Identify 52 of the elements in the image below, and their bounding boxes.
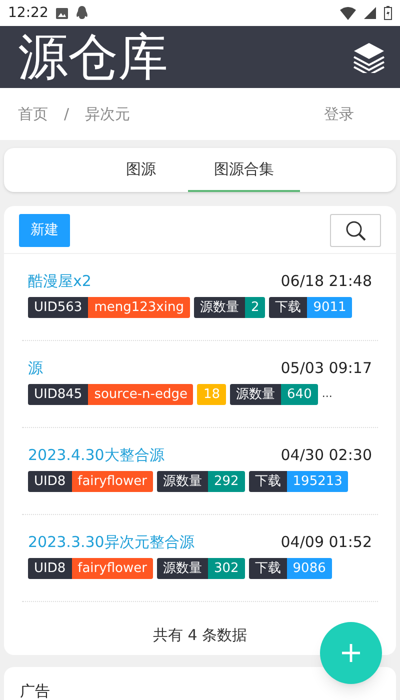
- app-title: 源仓库: [18, 32, 168, 82]
- login-link[interactable]: 登录: [324, 102, 354, 126]
- tag: 源数量: [156, 558, 208, 578]
- tag: 下载: [248, 470, 287, 492]
- more-indicator: ...: [322, 386, 332, 402]
- tag: 302: [208, 558, 245, 578]
- tag: meng123xing: [88, 296, 190, 318]
- item-time: 04/30 02:30: [280, 445, 372, 466]
- breadcrumb-separator: /: [64, 104, 70, 125]
- tab[interactable]: 图源合集: [188, 148, 300, 192]
- tag: 2: [244, 296, 266, 318]
- tag: 9011: [307, 296, 352, 318]
- item-title[interactable]: 源: [28, 357, 43, 380]
- tag: 640: [281, 384, 318, 404]
- tag: 18: [197, 384, 226, 404]
- tag: source-n-edge: [88, 384, 194, 404]
- item-title[interactable]: 2023.4.30大整合源: [28, 444, 164, 466]
- search-button[interactable]: [330, 214, 381, 247]
- tag: fairyflower: [72, 558, 153, 578]
- tag: 292: [208, 470, 245, 492]
- tag: 下载: [248, 558, 287, 578]
- wifi-icon: [340, 6, 356, 20]
- item-time: 04/09 01:52: [280, 532, 372, 553]
- tag: 源数量: [230, 384, 282, 404]
- plus-icon: [342, 644, 360, 662]
- breadcrumb-current: 异次元: [85, 104, 130, 125]
- item-title[interactable]: 酷漫屋x2: [28, 270, 92, 292]
- tag: UID8: [28, 558, 72, 578]
- tag: 下载: [269, 296, 308, 318]
- item-title[interactable]: 2023.3.30异次元整合源: [28, 531, 194, 554]
- tag: fairyflower: [72, 470, 153, 492]
- ad-title: 广告: [20, 682, 50, 700]
- tag: 195213: [286, 470, 348, 492]
- tag: 源数量: [156, 470, 208, 492]
- layers-icon[interactable]: [352, 41, 386, 73]
- item-time: 05/03 09:17: [280, 358, 372, 379]
- tag: 9086: [286, 558, 332, 578]
- penguin-icon: [76, 6, 88, 20]
- tab[interactable]: 图源: [100, 148, 182, 192]
- tag: UID8: [28, 470, 72, 492]
- item-time: 06/18 21:48: [280, 271, 372, 292]
- signal-icon: [364, 7, 376, 19]
- breadcrumb-link[interactable]: 首页: [18, 102, 48, 126]
- tag: UID563: [28, 296, 88, 318]
- battery-icon: [384, 6, 392, 20]
- image-icon: [56, 8, 68, 18]
- search-icon: [344, 220, 366, 242]
- tag: 源数量: [194, 296, 245, 318]
- tag: UID845: [28, 384, 88, 404]
- status-time: 12:22: [8, 4, 48, 22]
- new-button[interactable]: 新建: [19, 214, 70, 247]
- record-count: 共有 4 条数据: [152, 625, 248, 646]
